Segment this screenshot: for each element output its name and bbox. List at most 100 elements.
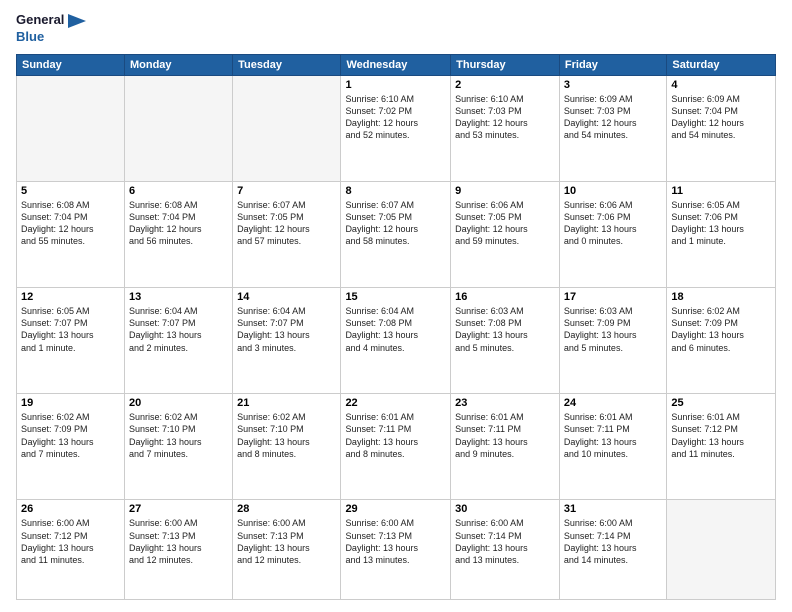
day-info: Sunrise: 6:07 AM Sunset: 7:05 PM Dayligh… bbox=[345, 199, 446, 248]
header: General Blue bbox=[16, 12, 776, 46]
day-number: 9 bbox=[455, 185, 555, 197]
day-number: 15 bbox=[345, 291, 446, 303]
weekday-header-friday: Friday bbox=[559, 54, 666, 75]
day-number: 14 bbox=[237, 291, 336, 303]
day-info: Sunrise: 6:05 AM Sunset: 7:07 PM Dayligh… bbox=[21, 305, 120, 354]
calendar-cell: 23 Sunrise: 6:01 AM Sunset: 7:11 PM Dayli… bbox=[451, 394, 560, 500]
day-info: Sunrise: 6:06 AM Sunset: 7:06 PM Dayligh… bbox=[564, 199, 662, 248]
day-number: 18 bbox=[671, 291, 771, 303]
day-info: Sunrise: 6:00 AM Sunset: 7:12 PM Dayligh… bbox=[21, 517, 120, 566]
day-info: Sunrise: 6:09 AM Sunset: 7:03 PM Dayligh… bbox=[564, 93, 662, 142]
calendar-cell bbox=[17, 75, 125, 181]
weekday-header-tuesday: Tuesday bbox=[233, 54, 341, 75]
calendar-cell: 29 Sunrise: 6:00 AM Sunset: 7:13 PM Dayli… bbox=[341, 500, 451, 600]
logo-arrow-icon bbox=[68, 14, 86, 28]
calendar-cell: 21 Sunrise: 6:02 AM Sunset: 7:10 PM Dayli… bbox=[233, 394, 341, 500]
weekday-header-wednesday: Wednesday bbox=[341, 54, 451, 75]
page: General Blue SundayMondayTuesdayWednesda… bbox=[0, 0, 792, 612]
day-info: Sunrise: 6:04 AM Sunset: 7:07 PM Dayligh… bbox=[129, 305, 228, 354]
day-number: 27 bbox=[129, 503, 228, 515]
day-number: 28 bbox=[237, 503, 336, 515]
calendar-cell: 11 Sunrise: 6:05 AM Sunset: 7:06 PM Dayli… bbox=[667, 181, 776, 287]
calendar-cell: 9Sunrise: 6:06 AM Sunset: 7:05 PM Daylig… bbox=[451, 181, 560, 287]
day-info: Sunrise: 6:00 AM Sunset: 7:13 PM Dayligh… bbox=[345, 517, 446, 566]
day-info: Sunrise: 6:02 AM Sunset: 7:09 PM Dayligh… bbox=[21, 411, 120, 460]
calendar-cell: 12 Sunrise: 6:05 AM Sunset: 7:07 PM Dayli… bbox=[17, 288, 125, 394]
calendar-cell: 31 Sunrise: 6:00 AM Sunset: 7:14 PM Dayli… bbox=[559, 500, 666, 600]
logo-general: General bbox=[16, 12, 64, 27]
day-number: 29 bbox=[345, 503, 446, 515]
calendar-cell: 22Sunrise: 6:01 AM Sunset: 7:11 PM Dayli… bbox=[341, 394, 451, 500]
calendar-cell: 26Sunrise: 6:00 AM Sunset: 7:12 PM Dayli… bbox=[17, 500, 125, 600]
calendar-cell: 20 Sunrise: 6:02 AM Sunset: 7:10 PM Dayli… bbox=[124, 394, 232, 500]
calendar-cell: 5 Sunrise: 6:08 AM Sunset: 7:04 PM Daylig… bbox=[17, 181, 125, 287]
calendar-cell: 30 Sunrise: 6:00 AM Sunset: 7:14 PM Dayli… bbox=[451, 500, 560, 600]
calendar-table: SundayMondayTuesdayWednesdayThursdayFrid… bbox=[16, 54, 776, 600]
day-number: 25 bbox=[671, 397, 771, 409]
calendar-cell bbox=[233, 75, 341, 181]
day-info: Sunrise: 6:07 AM Sunset: 7:05 PM Dayligh… bbox=[237, 199, 336, 248]
calendar-cell: 27 Sunrise: 6:00 AM Sunset: 7:13 PM Dayli… bbox=[124, 500, 232, 600]
calendar-cell: 1 Sunrise: 6:10 AM Sunset: 7:02 PM Daylig… bbox=[341, 75, 451, 181]
calendar-cell: 16 Sunrise: 6:03 AM Sunset: 7:08 PM Dayli… bbox=[451, 288, 560, 394]
calendar-cell: 28 Sunrise: 6:00 AM Sunset: 7:13 PM Dayli… bbox=[233, 500, 341, 600]
weekday-header-thursday: Thursday bbox=[451, 54, 560, 75]
day-info: Sunrise: 6:04 AM Sunset: 7:08 PM Dayligh… bbox=[345, 305, 446, 354]
day-number: 21 bbox=[237, 397, 336, 409]
day-info: Sunrise: 6:02 AM Sunset: 7:09 PM Dayligh… bbox=[671, 305, 771, 354]
day-number: 20 bbox=[129, 397, 228, 409]
calendar-cell: 7Sunrise: 6:07 AM Sunset: 7:05 PM Daylig… bbox=[233, 181, 341, 287]
day-info: Sunrise: 6:00 AM Sunset: 7:14 PM Dayligh… bbox=[455, 517, 555, 566]
day-number: 4 bbox=[671, 79, 771, 91]
day-number: 19 bbox=[21, 397, 120, 409]
day-number: 16 bbox=[455, 291, 555, 303]
day-info: Sunrise: 6:00 AM Sunset: 7:14 PM Dayligh… bbox=[564, 517, 662, 566]
day-info: Sunrise: 6:02 AM Sunset: 7:10 PM Dayligh… bbox=[237, 411, 336, 460]
day-info: Sunrise: 6:08 AM Sunset: 7:04 PM Dayligh… bbox=[21, 199, 120, 248]
calendar-cell: 6Sunrise: 6:08 AM Sunset: 7:04 PM Daylig… bbox=[124, 181, 232, 287]
day-number: 23 bbox=[455, 397, 555, 409]
calendar-cell: 2 Sunrise: 6:10 AM Sunset: 7:03 PM Daylig… bbox=[451, 75, 560, 181]
calendar-cell bbox=[124, 75, 232, 181]
day-info: Sunrise: 6:04 AM Sunset: 7:07 PM Dayligh… bbox=[237, 305, 336, 354]
day-number: 13 bbox=[129, 291, 228, 303]
day-number: 2 bbox=[455, 79, 555, 91]
day-number: 8 bbox=[345, 185, 446, 197]
calendar-cell: 24Sunrise: 6:01 AM Sunset: 7:11 PM Dayli… bbox=[559, 394, 666, 500]
day-info: Sunrise: 6:03 AM Sunset: 7:09 PM Dayligh… bbox=[564, 305, 662, 354]
day-info: Sunrise: 6:01 AM Sunset: 7:11 PM Dayligh… bbox=[345, 411, 446, 460]
day-info: Sunrise: 6:09 AM Sunset: 7:04 PM Dayligh… bbox=[671, 93, 771, 142]
calendar-cell: 25Sunrise: 6:01 AM Sunset: 7:12 PM Dayli… bbox=[667, 394, 776, 500]
calendar-cell: 13 Sunrise: 6:04 AM Sunset: 7:07 PM Dayli… bbox=[124, 288, 232, 394]
weekday-header-sunday: Sunday bbox=[17, 54, 125, 75]
day-number: 5 bbox=[21, 185, 120, 197]
calendar-cell: 10 Sunrise: 6:06 AM Sunset: 7:06 PM Dayli… bbox=[559, 181, 666, 287]
day-info: Sunrise: 6:05 AM Sunset: 7:06 PM Dayligh… bbox=[671, 199, 771, 248]
day-number: 10 bbox=[564, 185, 662, 197]
day-number: 1 bbox=[345, 79, 446, 91]
calendar-cell: 3 Sunrise: 6:09 AM Sunset: 7:03 PM Daylig… bbox=[559, 75, 666, 181]
logo: General Blue bbox=[16, 12, 86, 46]
day-info: Sunrise: 6:01 AM Sunset: 7:11 PM Dayligh… bbox=[455, 411, 555, 460]
day-number: 11 bbox=[671, 185, 771, 197]
day-number: 31 bbox=[564, 503, 662, 515]
day-info: Sunrise: 6:03 AM Sunset: 7:08 PM Dayligh… bbox=[455, 305, 555, 354]
day-number: 3 bbox=[564, 79, 662, 91]
day-info: Sunrise: 6:01 AM Sunset: 7:11 PM Dayligh… bbox=[564, 411, 662, 460]
day-number: 30 bbox=[455, 503, 555, 515]
calendar-cell: 19 Sunrise: 6:02 AM Sunset: 7:09 PM Dayli… bbox=[17, 394, 125, 500]
day-info: Sunrise: 6:10 AM Sunset: 7:02 PM Dayligh… bbox=[345, 93, 446, 142]
calendar-cell: 18 Sunrise: 6:02 AM Sunset: 7:09 PM Dayli… bbox=[667, 288, 776, 394]
weekday-header-saturday: Saturday bbox=[667, 54, 776, 75]
day-info: Sunrise: 6:10 AM Sunset: 7:03 PM Dayligh… bbox=[455, 93, 555, 142]
day-info: Sunrise: 6:02 AM Sunset: 7:10 PM Dayligh… bbox=[129, 411, 228, 460]
calendar-cell: 15 Sunrise: 6:04 AM Sunset: 7:08 PM Dayli… bbox=[341, 288, 451, 394]
calendar-cell: 17 Sunrise: 6:03 AM Sunset: 7:09 PM Dayli… bbox=[559, 288, 666, 394]
day-info: Sunrise: 6:00 AM Sunset: 7:13 PM Dayligh… bbox=[129, 517, 228, 566]
calendar-cell: 14 Sunrise: 6:04 AM Sunset: 7:07 PM Dayli… bbox=[233, 288, 341, 394]
day-number: 17 bbox=[564, 291, 662, 303]
day-number: 12 bbox=[21, 291, 120, 303]
calendar-cell bbox=[667, 500, 776, 600]
day-info: Sunrise: 6:00 AM Sunset: 7:13 PM Dayligh… bbox=[237, 517, 336, 566]
weekday-header-monday: Monday bbox=[124, 54, 232, 75]
